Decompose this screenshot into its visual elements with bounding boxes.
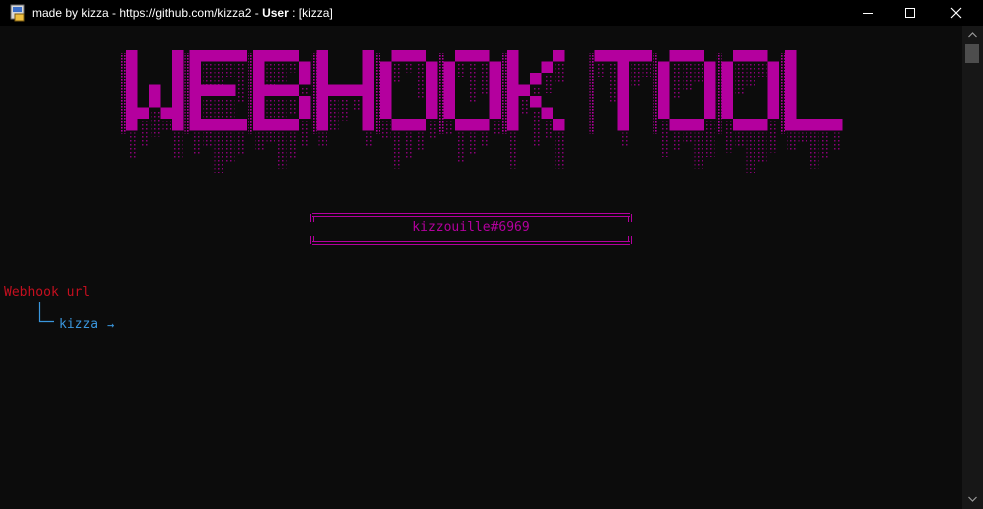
app-icon: [10, 4, 25, 22]
maximize-button[interactable]: [887, 0, 933, 26]
ascii-banner: [121, 50, 843, 173]
banner-text: [121, 50, 843, 173]
close-icon: [950, 7, 962, 19]
console-area[interactable]: kizzouille#6969 Webhook url kizza →: [0, 26, 962, 509]
prompt-arrow-icon: →: [107, 318, 115, 332]
vertical-scrollbar[interactable]: [962, 26, 983, 509]
tree-branch-icon: [38, 302, 54, 323]
scrollbar-thumb[interactable]: [965, 44, 979, 63]
title-suffix: : [kizza]: [288, 6, 333, 20]
minimize-button[interactable]: [845, 0, 891, 26]
minimize-icon: [863, 13, 873, 14]
window-title: made by kizza - https://github.com/kizza…: [32, 6, 333, 20]
author-badge-text: kizzouille#6969: [412, 220, 530, 235]
scroll-up-icon[interactable]: [962, 30, 983, 40]
title-user-label: User: [262, 6, 289, 20]
title-prefix: made by kizza - https://github.com/kizza…: [32, 6, 263, 20]
window-titlebar[interactable]: made by kizza - https://github.com/kizza…: [0, 0, 983, 26]
maximize-icon: [905, 8, 915, 18]
prompt-username: kizza: [59, 317, 99, 332]
close-button[interactable]: [933, 0, 979, 26]
webhook-url-prompt: Webhook url: [4, 285, 91, 300]
scroll-down-icon[interactable]: [962, 494, 983, 504]
